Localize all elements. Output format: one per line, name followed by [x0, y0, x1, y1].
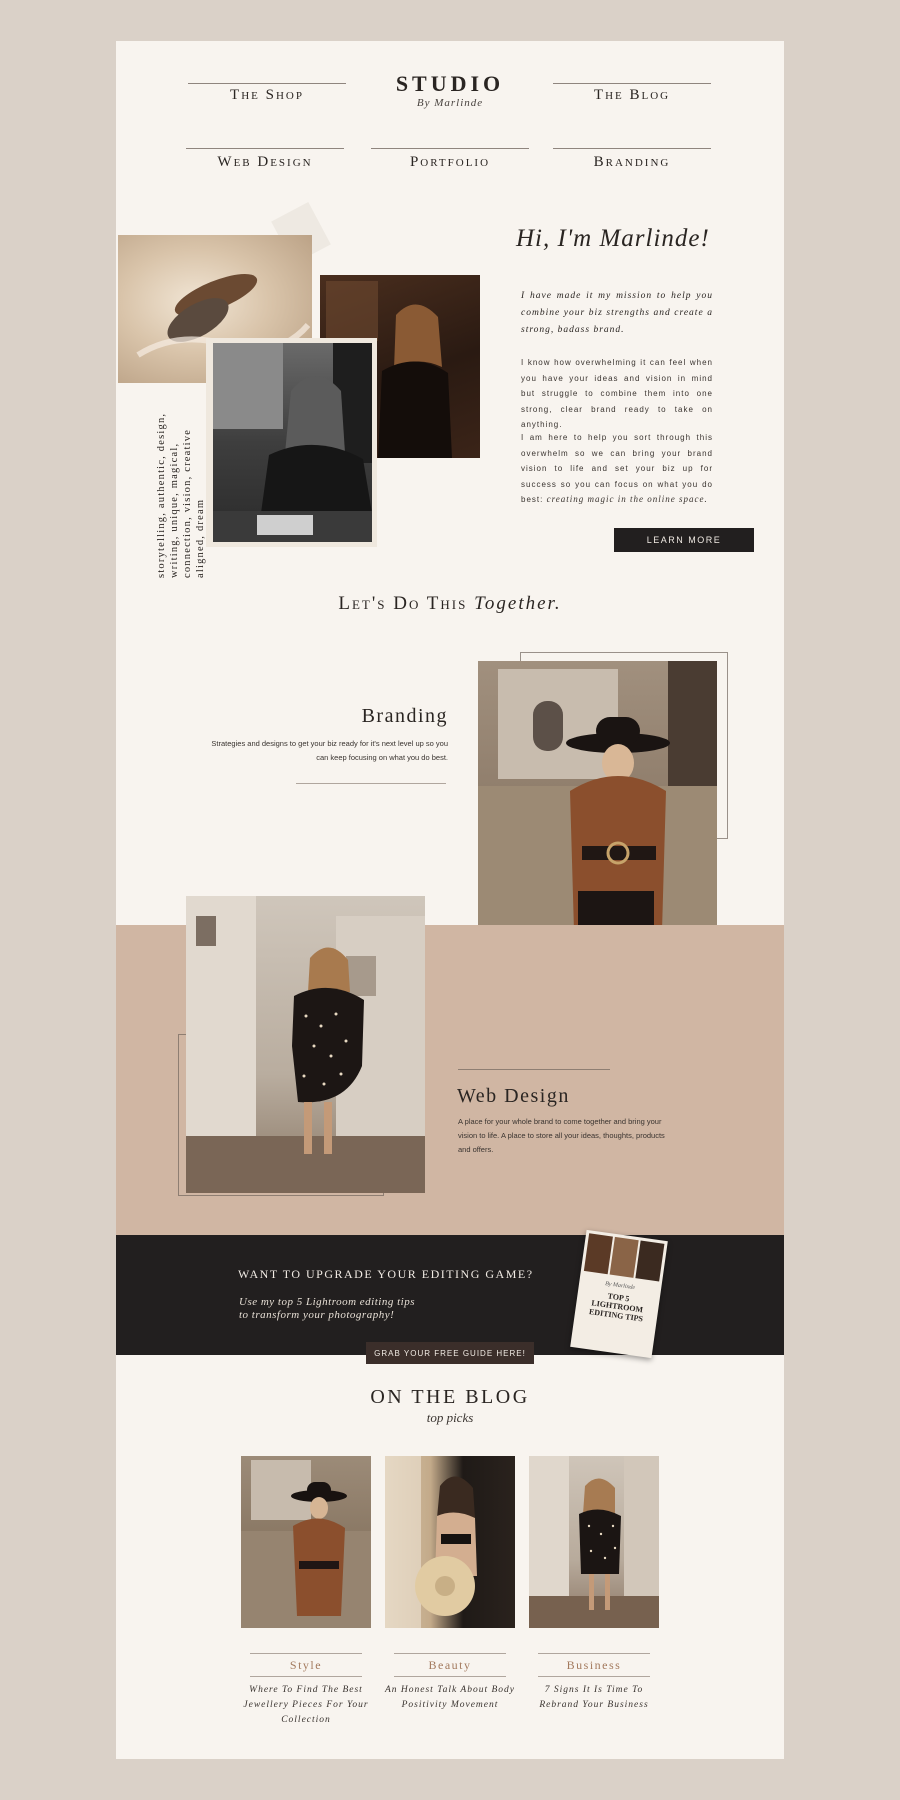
blog-post-divider	[250, 1653, 362, 1654]
brand-words-vertical: storytelling, authentic, design, writing…	[155, 388, 210, 578]
brand-words-line: writing, unique, magical,	[169, 442, 180, 578]
web-design-photo-illustration	[186, 896, 425, 1193]
promo-heading: WANT TO UPGRADE YOUR EDITING GAME?	[238, 1267, 534, 1281]
blog-post-title[interactable]: 7 Signs It Is Time To Rebrand Your Busin…	[524, 1683, 664, 1713]
blog-section-subtitle: top picks	[426, 1410, 474, 1425]
together-heading-text: Let's Do This	[338, 593, 475, 614]
page: The Shop STUDIO By Marlinde The Blog Web…	[116, 41, 784, 1759]
blog-post-divider	[250, 1676, 362, 1677]
blog-post-divider	[538, 1653, 650, 1654]
blog-post-title[interactable]: Where To Find The Best Jewellery Pieces …	[236, 1683, 376, 1728]
branding-description: Strategies and designs to get your biz r…	[211, 739, 448, 762]
blog-post-title[interactable]: An Honest Talk About Body Positivity Mov…	[380, 1683, 520, 1713]
blog-post-image[interactable]	[385, 1456, 515, 1628]
guide-card-title: TOP 5 LIGHTROOM EDITING TIPS	[588, 1291, 644, 1324]
nav-divider	[553, 83, 711, 84]
blog-post-category[interactable]: Business	[529, 1658, 659, 1673]
logo-title[interactable]: STUDIO	[336, 71, 564, 97]
blog-post-image-illustration	[529, 1456, 659, 1628]
branding-divider	[296, 783, 446, 784]
blog-post-divider	[538, 1676, 650, 1677]
nav-divider	[553, 148, 711, 149]
promo-subtext: Use my top 5 Lightroom editing tips to t…	[239, 1296, 539, 1322]
web-design-title[interactable]: Web Design	[457, 1085, 677, 1108]
blog-post-divider	[394, 1676, 506, 1677]
nav-branding-link[interactable]: Branding	[553, 154, 711, 171]
nav-divider	[188, 83, 346, 84]
laughing-woman-illustration	[213, 343, 372, 542]
blog-post-image-illustration	[385, 1456, 477, 1628]
nav-blog-link[interactable]: The Blog	[553, 87, 711, 104]
nav-shop-link[interactable]: The Shop	[188, 87, 346, 104]
hero-paragraph-emphasis: creating magic in the online space.	[546, 494, 708, 504]
grab-guide-button[interactable]: GRAB YOUR FREE GUIDE HERE!	[366, 1342, 534, 1364]
nav-divider	[186, 148, 344, 149]
hero-paragraph: I am here to help you sort through this …	[521, 430, 713, 508]
nav-portfolio-link[interactable]: Portfolio	[371, 154, 529, 171]
web-design-photo	[186, 896, 425, 1193]
logo-script: By Marlinde	[416, 97, 484, 109]
promo-subtext-line: Use my top 5 Lightroom editing tips	[239, 1296, 415, 1308]
hero-lead: I have made it my mission to help you co…	[521, 291, 713, 335]
branding-photo	[478, 661, 717, 957]
nav-web-design-link[interactable]: Web Design	[186, 154, 344, 171]
brand-words-line: storytelling, authentic, design,	[156, 412, 167, 578]
blog-post-category[interactable]: Style	[241, 1658, 371, 1673]
blog-post-image-illustration	[241, 1460, 371, 1628]
nav-divider	[371, 148, 529, 149]
brand-words-line: aligned, dream	[195, 498, 206, 578]
web-design-divider	[458, 1069, 610, 1070]
blog-post-divider	[394, 1653, 506, 1654]
hero-paragraph: I know how overwhelming it can feel when…	[521, 358, 713, 429]
web-design-description: A place for your whole brand to come tog…	[458, 1117, 665, 1154]
blog-section-title: ON THE BLOG	[370, 1386, 530, 1408]
promo-band	[116, 1235, 784, 1355]
blog-post-image[interactable]	[529, 1456, 659, 1628]
greeting-heading: Hi, I'm Marlinde!	[516, 225, 710, 252]
guide-card[interactable]: By Marlinde TOP 5 LIGHTROOM EDITING TIPS	[570, 1229, 668, 1359]
branding-photo-illustration	[478, 661, 717, 957]
together-heading-emphasis: Together.	[474, 593, 562, 614]
laughing-woman-photo	[213, 343, 372, 542]
branding-title[interactable]: Branding	[296, 705, 448, 728]
learn-more-button[interactable]: LEARN MORE	[614, 528, 754, 552]
brand-words-line: connection, vision, creative	[182, 428, 193, 578]
together-heading: Let's Do This Together.	[116, 593, 784, 615]
blog-post-image[interactable]	[241, 1456, 371, 1628]
promo-subtext-line: to transform your photography!	[239, 1309, 395, 1321]
blog-post-category[interactable]: Beauty	[385, 1658, 515, 1673]
